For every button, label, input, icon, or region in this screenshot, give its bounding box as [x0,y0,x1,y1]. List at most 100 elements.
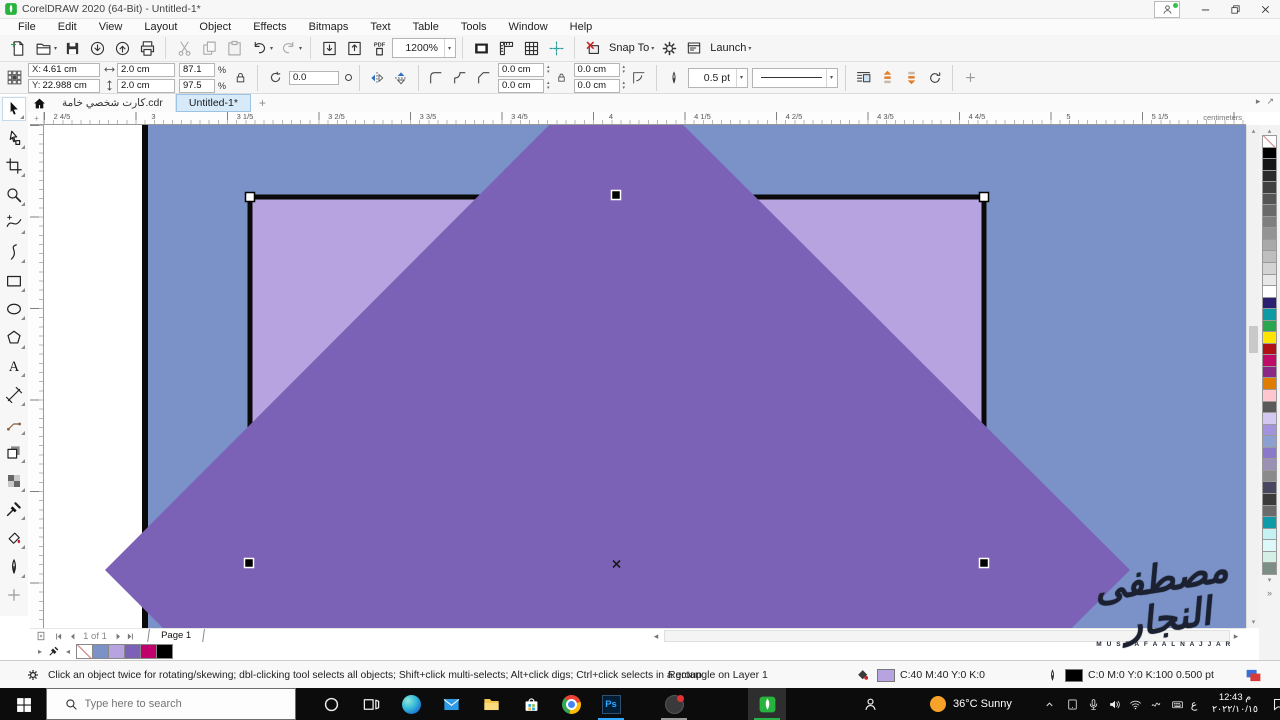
snap-off-button[interactable] [581,37,605,59]
menu-layout[interactable]: Layout [134,21,187,33]
notification-center-icon[interactable]: 1 [1266,688,1280,720]
handle-middle-left[interactable] [243,557,255,569]
save-to-cloud-button[interactable] [110,37,134,59]
convert-to-curves-button[interactable] [925,68,945,88]
rectangle-tool[interactable] [2,269,26,293]
relative-corner-scaling-button[interactable] [629,68,649,88]
restore-button[interactable] [1220,0,1250,19]
link-corners-button[interactable] [554,70,570,86]
x-position-field[interactable]: X: 4.61 cm [28,62,100,77]
full-screen-preview-button[interactable] [469,37,493,59]
object-height-field[interactable]: 2.0 cm [117,78,175,93]
menu-table[interactable]: Table [403,21,449,33]
interactive-fill-tool[interactable] [2,526,26,550]
freehand-tool[interactable] [2,211,26,235]
pick-tool[interactable] [2,97,26,121]
vertical-ruler[interactable] [30,125,44,628]
audio-icon[interactable] [1146,688,1166,720]
wifi-icon[interactable] [1125,688,1145,720]
add-tool-tool[interactable] [2,583,26,607]
tab-document-1[interactable]: كارت شخصي خامة.cdr [50,94,176,112]
horizontal-scrollbar[interactable] [664,630,1230,642]
add-page-start-button[interactable] [34,629,48,643]
vertical-scroll-thumb[interactable] [1249,326,1258,353]
shape-tool[interactable] [2,126,26,150]
publish-pdf-button[interactable]: PDF [367,37,391,59]
last-page-button[interactable] [124,629,136,643]
spinner[interactable]: ▴ ▾ [623,80,626,91]
next-page-button[interactable] [112,629,124,643]
customize-plus-button[interactable] [960,68,980,88]
drop-shadow-tool[interactable] [2,440,26,464]
handle-top-middle[interactable] [610,189,622,201]
handle-top-right[interactable] [978,191,990,203]
corner-radius-tl-field[interactable]: 0.0 cm [498,62,545,77]
handle-middle-right[interactable] [978,557,990,569]
zoom-tool[interactable] [2,183,26,207]
account-icon[interactable] [1154,1,1180,18]
corner-radius-tr-field[interactable]: 0.0 cm [573,62,620,77]
save-button[interactable] [60,37,84,59]
taskbar-clock[interactable]: 12:43 م ٢٠٢٢/١٠/١٥ [1206,688,1264,720]
color-swatch[interactable] [1262,562,1277,575]
media-player-icon[interactable] [655,688,693,720]
line-style-combo[interactable]: ▾ [752,67,839,88]
order-to-back-button[interactable] [901,68,921,88]
palette-expand-icon[interactable]: » [1259,586,1280,600]
palette-scroll-left-icon[interactable]: ◂ [66,647,70,656]
chevron-down-icon[interactable]: ▾ [651,45,654,52]
new-document-button[interactable] [6,37,30,59]
tray-expand-icon[interactable] [1040,688,1058,720]
scale-height-field[interactable]: 97.5 [179,78,215,93]
photoshop-icon[interactable]: Ps [592,688,630,720]
weather-widget[interactable]: 36°C Sunny [930,688,1012,720]
people-icon[interactable] [855,688,885,720]
palette-flyout-icon[interactable]: ▸ [38,647,42,656]
transparency-tool[interactable] [2,469,26,493]
page-1-tab[interactable]: Page 1 [147,629,206,643]
undo-button[interactable] [247,37,271,59]
open-from-cloud-button[interactable] [85,37,109,59]
open-button[interactable] [31,37,55,59]
spinner[interactable]: ▴ ▾ [547,64,550,75]
zoom-level-combo[interactable]: 1200% ▾ [392,38,457,58]
menu-file[interactable]: File [8,21,46,33]
mirror-horizontal-button[interactable] [367,68,387,88]
mirror-vertical-button[interactable] [391,68,411,88]
h-scroll-left-icon[interactable]: ◂ [650,629,662,643]
task-view-icon[interactable] [352,688,390,720]
round-corner-button[interactable] [426,68,446,88]
menu-edit[interactable]: Edit [48,21,87,33]
language-indicator[interactable]: ع [1186,688,1202,720]
color-swatch[interactable] [92,643,110,659]
y-position-field[interactable]: Y: 22.988 cm [28,78,100,93]
drawing-canvas[interactable] [44,125,1246,628]
color-proof-icon[interactable] [1246,661,1261,689]
show-grid-button[interactable] [519,37,543,59]
options-gear-button[interactable] [657,37,681,59]
menu-object[interactable]: Object [189,21,241,33]
edge-icon[interactable] [392,688,430,720]
menu-window[interactable]: Window [499,21,558,33]
show-guidelines-button[interactable] [544,37,568,59]
speaker-icon[interactable] [1104,688,1124,720]
color-swatch[interactable] [140,643,158,659]
scalloped-corner-button[interactable] [450,68,470,88]
eyedropper-tool[interactable] [2,497,26,521]
keyboard-icon[interactable] [1167,688,1187,720]
docker-arrow-icon[interactable]: ↗ [1266,96,1274,107]
crop-tool[interactable] [2,154,26,178]
ruler-origin[interactable]: + [30,112,44,125]
chrome-icon[interactable] [552,688,590,720]
palette-eyedropper-icon[interactable] [48,645,60,657]
paste-button[interactable] [222,37,246,59]
h-scroll-right-icon[interactable]: ▸ [1230,629,1242,643]
palette-scroll-down-icon[interactable]: ▾ [1259,575,1280,586]
tablet-icon[interactable] [1062,688,1082,720]
chevron-down-icon[interactable]: ▾ [748,45,751,52]
cut-button[interactable] [172,37,196,59]
swatch-none[interactable] [76,643,94,659]
polygon-tool[interactable] [2,326,26,350]
scale-width-field[interactable]: 87.1 [179,62,215,77]
dimension-tool[interactable] [2,383,26,407]
